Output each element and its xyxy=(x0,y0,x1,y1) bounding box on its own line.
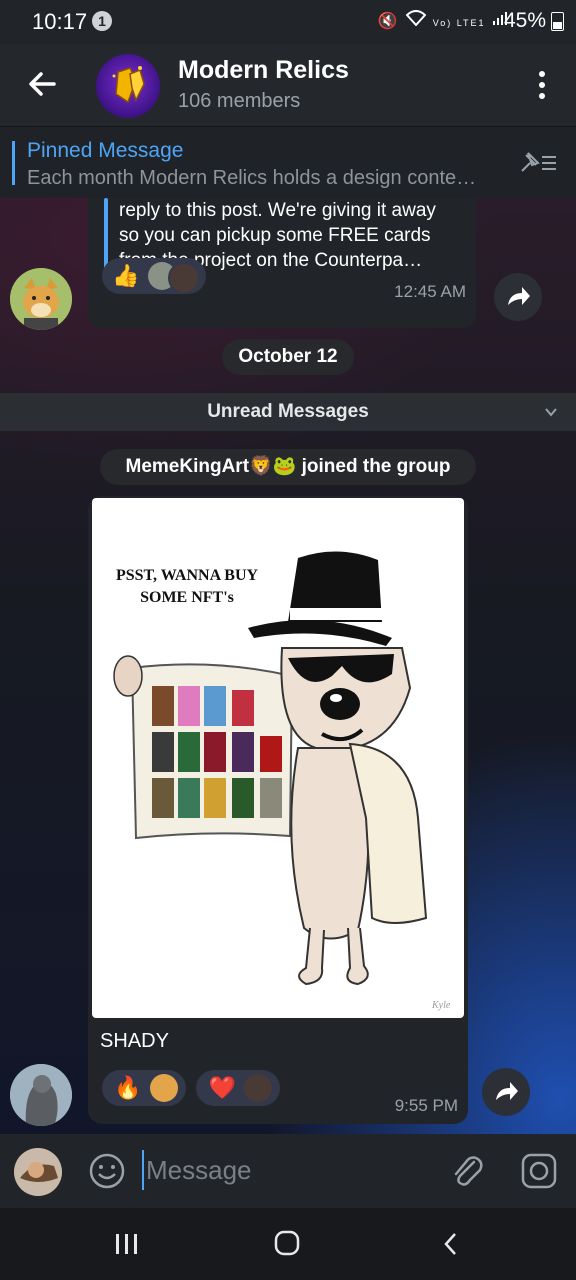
dot-icon xyxy=(539,93,545,99)
member-count: 106 members xyxy=(178,90,301,112)
chevron-left-icon xyxy=(444,1233,456,1255)
emoji-button[interactable] xyxy=(88,1152,126,1190)
shady-dog-illustration: PSST, WANNA BUY SOME NFT's Kyle xyxy=(113,551,451,1011)
pinned-title: Pinned Message xyxy=(27,139,184,162)
sender-avatar[interactable] xyxy=(10,268,72,330)
clock: 10:17 xyxy=(32,9,88,34)
recents-icon xyxy=(116,1234,137,1254)
back-nav-button[interactable] xyxy=(434,1226,470,1262)
notification-count-badge: 1 xyxy=(92,11,112,31)
message-input-bar: Message xyxy=(0,1134,576,1208)
reactor-avatar xyxy=(168,262,200,294)
attach-button[interactable] xyxy=(448,1152,486,1190)
joined-text: joined the group xyxy=(301,456,451,477)
more-options-button[interactable] xyxy=(530,68,554,102)
paperclip-icon xyxy=(454,1156,483,1186)
message-line: reply to this post. We're giving it away xyxy=(119,200,436,221)
reaction-heart[interactable]: ❤️ xyxy=(196,1070,281,1106)
date-separator: October 12 xyxy=(222,339,354,375)
message-line: so you can pickup some FREE cards xyxy=(119,225,431,246)
home-icon xyxy=(274,1230,300,1256)
unread-messages-bar[interactable]: Unread Messages xyxy=(0,393,576,431)
message-time: 12:45 AM xyxy=(394,282,466,301)
message-input[interactable]: Message xyxy=(142,1150,252,1190)
smiley-icon xyxy=(89,1153,125,1189)
reaction-thumbs-up[interactable]: 👍 xyxy=(102,258,206,294)
user-avatar-icon xyxy=(14,1148,62,1196)
message-caption: SHADY xyxy=(100,1030,169,1052)
status-icons: 🔇 Vo) LTE1 xyxy=(378,10,508,31)
reactor-avatar xyxy=(150,1074,178,1102)
joined-user-name[interactable]: MemeKingArt xyxy=(126,456,250,477)
fire-icon: 🔥 xyxy=(114,1075,142,1100)
artist-signature: Kyle xyxy=(431,1000,451,1011)
group-avatar[interactable] xyxy=(96,54,160,118)
image-caption-line: SOME NFT's xyxy=(140,589,234,606)
signal-text: Vo) LTE1 xyxy=(432,18,486,28)
dot-icon xyxy=(539,82,545,88)
message-time: 9:55 PM xyxy=(394,1096,458,1115)
chat-header: Modern Relics 106 members xyxy=(0,44,576,126)
status-bar: 10:17 1 🔇 Vo) LTE1 45% xyxy=(0,0,576,44)
forward-button[interactable] xyxy=(494,273,542,321)
dot-icon xyxy=(539,71,545,77)
battery-percent: 45% xyxy=(503,9,546,32)
message-photo[interactable]: PSST, WANNA BUY SOME NFT's Kyle xyxy=(92,498,464,1018)
sender-avatar[interactable] xyxy=(10,1064,72,1126)
heart-icon: ❤️ xyxy=(208,1075,236,1100)
message-bubble[interactable]: reply to this post. We're giving it away… xyxy=(88,198,476,328)
doge-avatar-icon xyxy=(10,268,72,330)
reactor-avatar xyxy=(244,1074,273,1102)
pinned-list-button[interactable] xyxy=(518,149,558,177)
pin-list-icon xyxy=(521,152,556,172)
joined-user-emojis: 🦁🐸 xyxy=(249,456,297,477)
wifi-icon xyxy=(405,10,432,30)
system-nav-bar xyxy=(0,1208,576,1280)
unread-label: Unread Messages xyxy=(207,401,369,422)
camera-button[interactable] xyxy=(520,1152,558,1190)
share-arrow-icon xyxy=(508,287,530,305)
mute-icon: 🔇 xyxy=(377,13,400,30)
chevron-down-icon xyxy=(545,408,557,417)
chat-title[interactable]: Modern Relics xyxy=(178,56,349,85)
thumbs-up-icon: 👍 xyxy=(112,263,140,288)
message-bubble[interactable]: PSST, WANNA BUY SOME NFT's Kyle SHADY 🔥 … xyxy=(88,496,468,1124)
back-button[interactable] xyxy=(24,66,60,102)
reactions: 👍 xyxy=(102,258,212,294)
pinned-text: Each month Modern Relics holds a design … xyxy=(27,167,477,189)
service-message: MemeKingArt🦁🐸 joined the group xyxy=(100,449,476,485)
forward-button[interactable] xyxy=(482,1068,530,1116)
share-arrow-icon xyxy=(496,1082,518,1100)
image-caption-line: PSST, WANNA BUY xyxy=(116,567,259,584)
crystal-logo-icon xyxy=(112,66,145,104)
pinned-indicator xyxy=(12,141,15,185)
back-arrow-icon xyxy=(29,72,56,96)
recents-button[interactable] xyxy=(108,1228,144,1260)
reactions: 🔥 ❤️ xyxy=(102,1070,286,1106)
send-as-avatar[interactable] xyxy=(14,1148,62,1196)
chat-area[interactable]: reply to this post. We're giving it away… xyxy=(0,198,576,1134)
home-button[interactable] xyxy=(268,1226,308,1262)
statue-avatar-icon xyxy=(10,1064,72,1126)
pinned-message-bar[interactable]: Pinned Message Each month Modern Relics … xyxy=(0,126,576,199)
camera-icon xyxy=(521,1153,557,1189)
reaction-fire[interactable]: 🔥 xyxy=(102,1070,186,1106)
battery-icon xyxy=(551,12,564,31)
